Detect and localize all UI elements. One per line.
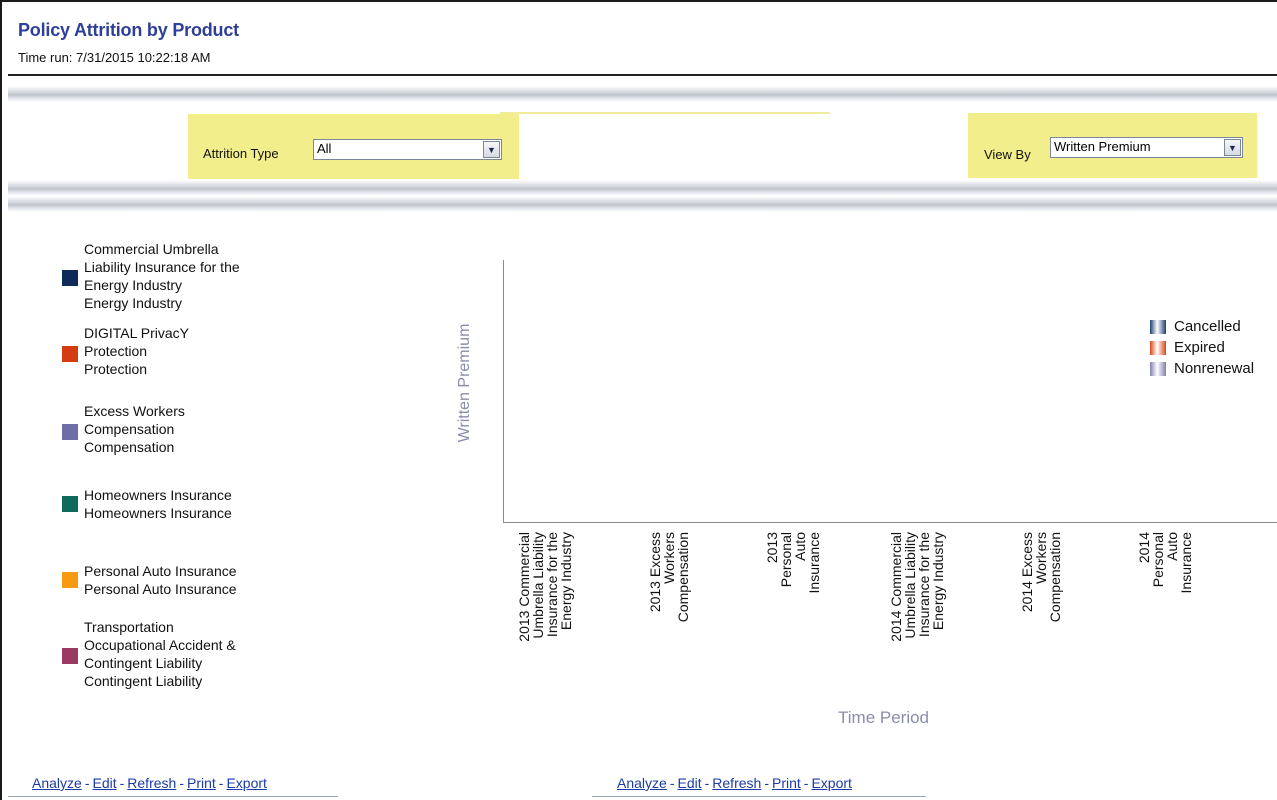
x-tick-label: 2013 Personal Auto Insurance: [764, 532, 823, 732]
series-swatch: [1150, 320, 1166, 334]
attrition-type-prompt: Attrition Type All ▼: [188, 114, 519, 179]
x-tick-label-line: Energy Industry: [930, 532, 947, 631]
series-swatch: [1150, 341, 1166, 355]
chevron-down-icon[interactable]: ▼: [1224, 139, 1241, 156]
y-axis: [503, 260, 504, 522]
attrition-type-select[interactable]: All ▼: [313, 139, 502, 160]
section-divider: [8, 180, 1277, 196]
view-by-label: View By: [984, 147, 1031, 162]
x-tick-label: 2014 Excess Workers Compensation: [1019, 532, 1064, 732]
report-title: Policy Attrition by Product: [18, 20, 239, 40]
view-by-prompt: View By Written Premium ▼: [968, 113, 1257, 178]
x-tick-label: 2013 Commercial Umbrella Liability Insuran…: [516, 532, 575, 732]
export-link[interactable]: Export: [811, 775, 851, 791]
chevron-down-icon[interactable]: ▼: [483, 141, 500, 158]
edit-link[interactable]: Edit: [677, 775, 701, 791]
x-tick-label: 2013 Excess Workers Compensation: [647, 532, 692, 732]
edit-link[interactable]: Edit: [92, 775, 116, 791]
refresh-link[interactable]: Refresh: [712, 775, 761, 791]
x-tick-label-line: Insurance: [1178, 532, 1195, 594]
legend-label: DIGITAL PrivacY Protection Protection: [84, 325, 190, 377]
title-divider: [8, 74, 1277, 76]
x-tick-label-line: Compensation: [1047, 532, 1064, 623]
x-tick-label: 2014 Commercial Umbrella Liability Insuran…: [888, 532, 947, 732]
refresh-link[interactable]: Refresh: [127, 775, 176, 791]
series-legend-item: Cancelled: [1150, 318, 1270, 336]
legend-label: Homeowners Insurance Homeowners Insuranc…: [84, 487, 232, 521]
legend-swatch: [62, 346, 78, 362]
legend-swatch: [62, 270, 78, 286]
attrition-type-value: All: [317, 141, 332, 156]
legend-swatch: [62, 424, 78, 440]
print-link[interactable]: Print: [772, 775, 801, 791]
analyze-link[interactable]: Analyze: [617, 775, 667, 791]
footer-divider: [592, 796, 926, 797]
legend-swatch: [62, 648, 78, 664]
series-swatch: [1150, 362, 1166, 376]
print-link[interactable]: Print: [187, 775, 216, 791]
series-legend-label: Cancelled: [1174, 318, 1241, 335]
series-legend-item: Expired: [1150, 339, 1270, 357]
x-tick-label-line: Energy Industry: [558, 532, 575, 631]
legend-label: Excess Workers Compensation Compensation: [84, 403, 185, 455]
view-by-select[interactable]: Written Premium ▼: [1050, 137, 1243, 158]
x-tick-label-line: Compensation: [675, 532, 692, 623]
series-legend-label: Expired: [1174, 339, 1225, 356]
view-by-value: Written Premium: [1054, 139, 1151, 154]
right-report-links: Analyze - Edit - Refresh - Print - Export: [617, 775, 852, 791]
x-axis: [503, 522, 1277, 523]
section-divider: [8, 86, 1277, 102]
legend-label: Transportation Occupational Accident & C…: [84, 619, 236, 689]
legend-label: Personal Auto Insurance Personal Auto In…: [84, 563, 237, 597]
legend-swatch: [62, 572, 78, 588]
legend-label: Commercial Umbrella Liability Insurance …: [84, 241, 240, 311]
y-axis-title: Written Premium: [456, 323, 473, 443]
series-legend-label: Nonrenewal: [1174, 360, 1255, 377]
section-divider: [8, 196, 1277, 212]
analyze-link[interactable]: Analyze: [32, 775, 82, 791]
prompt-highlight-line: [500, 112, 830, 114]
series-legend-item: Nonrenewal: [1150, 360, 1270, 378]
x-tick-label-line: Personal: [778, 532, 795, 588]
footer-divider: [8, 796, 338, 797]
time-run-text: Time run: 7/31/2015 10:22:18 AM: [18, 50, 211, 65]
x-tick-label-line: Insurance: [806, 532, 823, 594]
export-link[interactable]: Export: [226, 775, 266, 791]
legend-swatch: [62, 496, 78, 512]
x-tick-label: 2014 Personal Auto Insurance: [1136, 532, 1195, 732]
attrition-type-label: Attrition Type: [203, 146, 279, 161]
x-tick-label-line: Personal: [1150, 532, 1167, 588]
left-report-links: Analyze - Edit - Refresh - Print - Export: [32, 775, 267, 791]
